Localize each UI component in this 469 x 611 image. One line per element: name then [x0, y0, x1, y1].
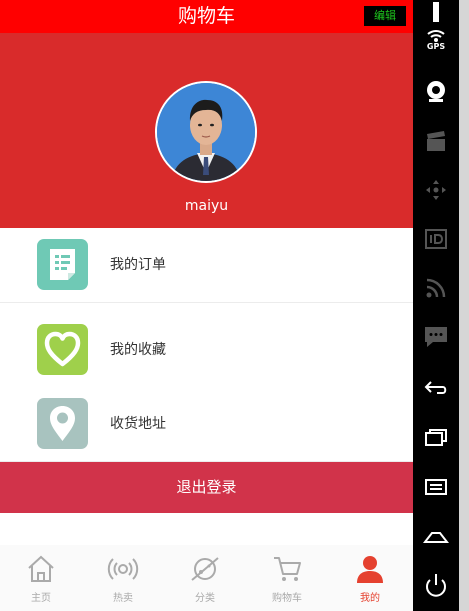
tab-home[interactable]: 主页 — [0, 545, 82, 611]
menu-item-label: 收货地址 — [110, 416, 166, 432]
user-icon — [357, 556, 383, 583]
page-title: 购物车 — [177, 5, 235, 27]
message-icon[interactable] — [423, 324, 449, 350]
bottom-tab-bar: 主页 热卖 分类 购物车 我的 — [0, 545, 413, 611]
edit-button[interactable]: 编辑 — [364, 6, 406, 26]
home-button-icon[interactable] — [423, 524, 449, 550]
order-list-icon — [37, 239, 88, 290]
profile-header: maiyu — [0, 33, 413, 228]
background-window-edge — [459, 0, 469, 611]
back-icon[interactable] — [423, 375, 449, 401]
location-pin-icon — [37, 398, 88, 449]
rss-icon[interactable] — [423, 275, 449, 301]
menu-item-label: 我的收藏 — [110, 342, 166, 358]
tab-label: 购物车 — [272, 593, 302, 604]
tab-hot[interactable]: 热卖 — [82, 545, 164, 611]
tab-mine[interactable]: 我的 — [329, 545, 411, 611]
menu-item-label: 我的订单 — [110, 257, 166, 273]
recent-apps-icon[interactable] — [423, 425, 449, 451]
emulator-sidebar: GPS — [413, 0, 459, 611]
camera-icon[interactable] — [423, 78, 449, 104]
avatar-photo — [157, 83, 255, 181]
gps-label: GPS — [426, 42, 446, 51]
tab-label: 分类 — [195, 593, 215, 604]
menu-item-address[interactable]: 收货地址 — [0, 387, 413, 462]
tab-label: 主页 — [31, 593, 51, 604]
top-bar: 购物车 编辑 — [0, 0, 413, 33]
home-icon — [28, 555, 54, 582]
clapperboard-icon[interactable] — [423, 128, 449, 154]
avatar[interactable] — [155, 81, 257, 183]
tab-cart[interactable]: 购物车 — [246, 545, 328, 611]
app-screen: 购物车 编辑 maiyu 我的订单 我的收藏 收货地址 退出登录 主页 热卖 分… — [0, 0, 413, 611]
menu-icon[interactable] — [423, 474, 449, 500]
menu-item-favorites[interactable]: 我的收藏 — [0, 313, 413, 388]
logout-button[interactable]: 退出登录 — [0, 462, 413, 513]
broadcast-icon — [107, 558, 139, 580]
dpad-icon[interactable] — [423, 177, 449, 203]
tab-category[interactable]: 分类 — [164, 545, 246, 611]
planet-icon — [191, 557, 219, 581]
id-card-icon[interactable] — [423, 226, 449, 252]
tab-label: 热卖 — [113, 593, 133, 604]
username: maiyu — [184, 198, 229, 214]
tab-label: 我的 — [360, 593, 380, 604]
cart-icon — [274, 557, 301, 581]
menu-item-orders[interactable]: 我的订单 — [0, 228, 413, 303]
power-icon[interactable] — [423, 572, 449, 598]
heart-icon — [37, 324, 88, 375]
